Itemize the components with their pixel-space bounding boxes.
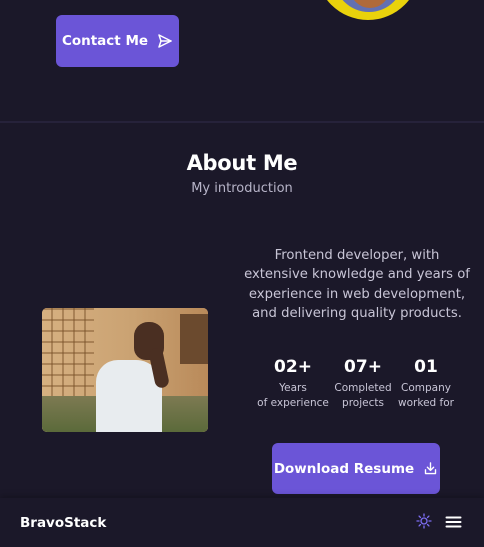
profile-photo [42, 308, 208, 432]
theme-toggle-button[interactable] [414, 513, 434, 533]
portfolio-page: Contact Me About Me My introduction Fron… [0, 0, 484, 547]
download-resume-button[interactable]: Download Resume [272, 443, 440, 494]
stat-value: 02+ [274, 357, 312, 377]
download-resume-label: Download Resume [273, 460, 415, 477]
about-bio: Frontend developer, with extensive knowl… [238, 246, 476, 323]
bio-line: and delivering quality products. [252, 305, 462, 321]
hamburger-menu-icon [445, 514, 462, 533]
sun-icon [416, 513, 432, 533]
stat-label-line: Completed [334, 382, 392, 394]
photo-door [180, 314, 208, 364]
bio-line: experience in web development, [248, 286, 466, 302]
stat-label: Company worked for [386, 381, 466, 411]
bio-line: extensive knowledge and years of [244, 267, 470, 283]
stat-companies: 01 Company worked for [386, 356, 466, 411]
stat-label-line: Years [279, 382, 307, 394]
send-icon [157, 33, 173, 49]
about-section-subtitle: My introduction [191, 181, 293, 196]
contact-me-label: Contact Me [61, 33, 149, 49]
photo-window-grill [42, 308, 94, 396]
stat-label-line: of experience [257, 397, 329, 409]
stat-label: Years of experience [253, 381, 333, 411]
stat-label-line: worked for [398, 397, 454, 409]
download-icon [423, 461, 438, 476]
contact-me-button[interactable]: Contact Me [56, 15, 179, 67]
hero-avatar-image [316, 0, 420, 20]
about-section-title: About Me [186, 151, 298, 175]
bio-line: Frontend developer, with [274, 248, 440, 263]
stat-label-line: Company [401, 382, 451, 394]
menu-toggle-button[interactable] [443, 514, 463, 532]
section-divider [0, 121, 484, 123]
stat-years-experience: 02+ Years of experience [253, 356, 333, 411]
stat-value: 01 [414, 357, 438, 377]
brand-logo-text[interactable]: BravoStack [20, 515, 106, 531]
stat-label-line: projects [342, 397, 384, 409]
